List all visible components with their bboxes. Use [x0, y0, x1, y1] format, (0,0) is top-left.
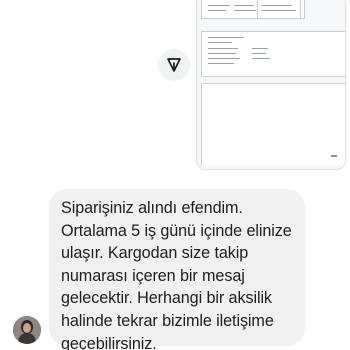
document-line — [262, 5, 292, 6]
document-line — [234, 5, 254, 6]
document-line — [208, 58, 240, 59]
document-line — [208, 10, 226, 11]
document-line — [234, 10, 256, 11]
image-attachment[interactable] — [196, 0, 346, 170]
document-line — [252, 58, 270, 59]
document-line — [262, 10, 296, 11]
document-line — [208, 37, 244, 38]
document-details-box — [201, 31, 345, 77]
document-line — [208, 48, 238, 49]
document-line — [208, 42, 232, 43]
document-body-box — [201, 83, 345, 165]
person-avatar-icon — [13, 316, 41, 344]
document-line — [208, 63, 234, 64]
share-button[interactable] — [158, 49, 190, 81]
document-line — [252, 48, 268, 49]
document-line — [208, 53, 236, 54]
document-line — [208, 5, 230, 6]
incoming-message-bubble[interactable]: Siparişiniz alındı efendim. Ortalama 5 i… — [49, 189, 305, 350]
page-marker — [331, 155, 337, 157]
share-forward-icon — [166, 57, 182, 73]
sender-avatar[interactable] — [13, 316, 41, 344]
message-text: Siparişiniz alındı efendim. Ortalama 5 i… — [61, 199, 292, 350]
document-line — [252, 53, 266, 54]
document-header-box-right — [257, 0, 301, 19]
